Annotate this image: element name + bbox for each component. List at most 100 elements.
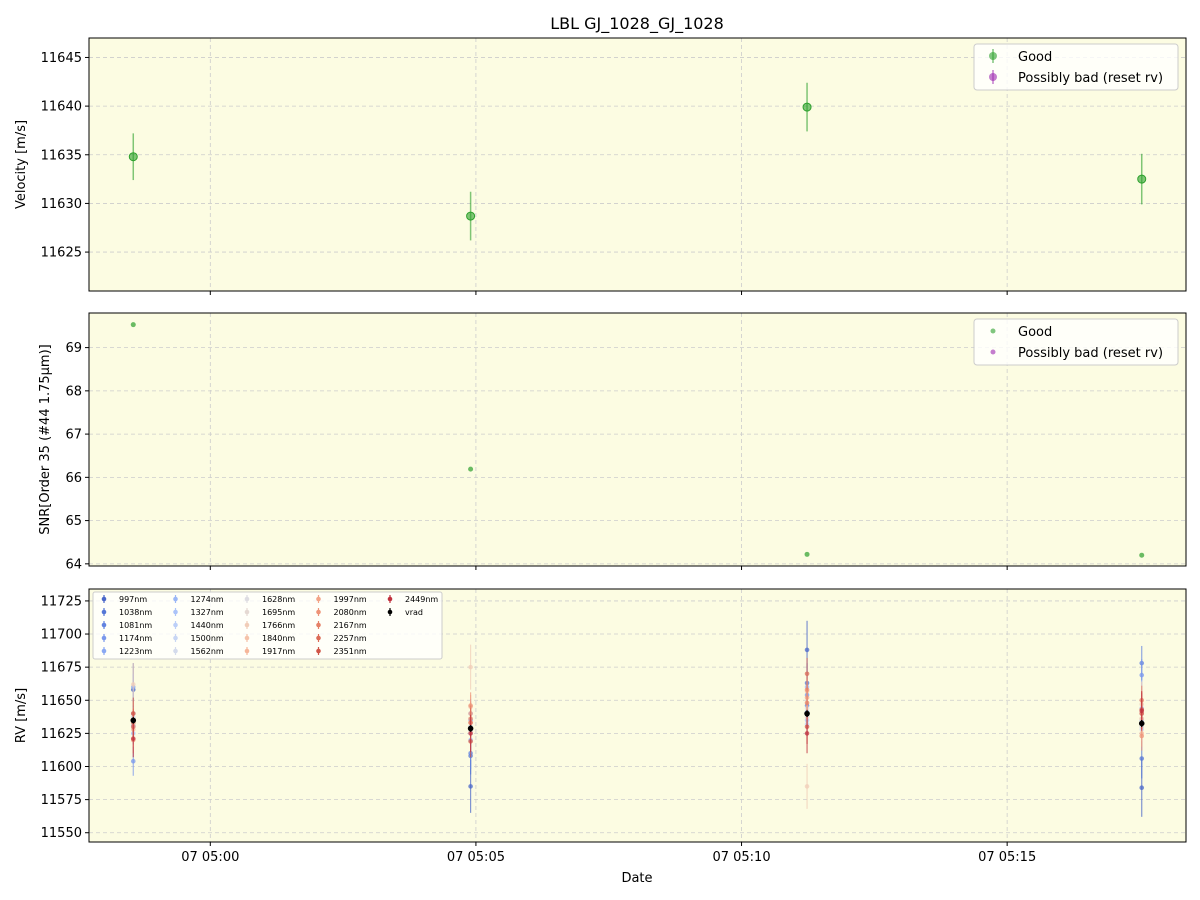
rv-legend-marker-1274nm: [173, 596, 178, 602]
y-tick-label: 11600: [41, 760, 82, 775]
y-tick-label: 11700: [41, 628, 82, 643]
rv-point-2080nm: [1139, 733, 1145, 739]
velocity-legend-bad-label: Possibly bad (reset rv): [1018, 71, 1163, 86]
rv-legend-marker-2449nm: [387, 596, 393, 602]
rv-legend-label-1223nm: 1223nm: [119, 647, 152, 656]
y-tick-label: 11725: [41, 594, 82, 609]
y-tick-label: 64: [65, 557, 82, 572]
panel-velocity-y-ticks: 11625 11630 11635 11640 11645: [41, 51, 89, 261]
rv-point-vrad: [1138, 720, 1145, 727]
rv-legend-label-2167nm: 2167nm: [334, 621, 367, 630]
y-tick-label: 11550: [41, 826, 82, 841]
x-tick-label: 07 05:10: [712, 850, 770, 865]
panel-velocity-x-ticks: [209, 291, 1008, 295]
snr-legend: Good Possibly bad (reset rv): [973, 318, 1179, 366]
panel-snr: 646566676869 SNR[Order 35 (#44 1.75μm)] …: [38, 312, 1187, 572]
velocity-point: [802, 102, 812, 112]
rv-legend-marker-1917nm: [244, 648, 250, 654]
y-tick-label: 11625: [41, 727, 82, 742]
rv-point-1766nm: [804, 784, 810, 789]
y-tick-label: 11625: [41, 246, 82, 261]
snr-point: [468, 466, 474, 472]
rv-point-997nm: [1139, 785, 1145, 790]
rv-legend-marker-1500nm: [173, 635, 178, 641]
y-tick-label: 11635: [41, 148, 82, 163]
rv-legend-marker-1840nm: [244, 635, 250, 641]
velocity-point: [466, 211, 476, 221]
rv-legend-marker-1440nm: [173, 622, 178, 628]
y-tick-label: 66: [65, 471, 82, 486]
rv-legend-marker-1223nm: [101, 648, 107, 654]
rv-point-997nm: [468, 784, 473, 789]
rv-legend-marker-1562nm: [173, 648, 178, 654]
velocity-legend-bad-marker: [989, 73, 997, 81]
rv-legend-label-1695nm: 1695nm: [262, 608, 295, 617]
panel-rv: 11550 11575 11600 11625 11650 11675 11700 11725…: [14, 588, 1187, 886]
rv-point-vrad: [130, 717, 137, 724]
y-tick-label: 67: [65, 428, 82, 443]
rv-legend-label-vrad: vrad: [405, 608, 423, 617]
rv-point-2351nm: [130, 711, 136, 716]
rv-legend-label-1628nm: 1628nm: [262, 595, 295, 604]
snr-y-axis-label: SNR[Order 35 (#44 1.75μm)]: [38, 344, 53, 535]
rv-point-1174nm: [1139, 672, 1145, 678]
rv-legend-marker-1038nm: [101, 609, 107, 615]
y-tick-label: 11640: [41, 100, 82, 115]
rv-legend-label-1274nm: 1274nm: [191, 595, 224, 604]
rv-point-1174nm: [130, 758, 136, 764]
rv-legend-label-2257nm: 2257nm: [334, 634, 367, 643]
x-tick-label: 07 05:00: [181, 850, 239, 865]
rv-legend-label-1997nm: 1997nm: [334, 595, 367, 604]
x-tick-label: 07 05:15: [978, 850, 1036, 865]
rv-point-2449nm: [804, 731, 810, 736]
y-tick-label: 11650: [41, 694, 82, 709]
panel-velocity: 11625 11630 11635 11640 11645 Velocity [m/s]…: [14, 37, 1187, 295]
rv-legend-label-1327nm: 1327nm: [191, 608, 224, 617]
x-tick-label: 07 05:05: [447, 850, 505, 865]
rv-legend-label-1174nm: 1174nm: [119, 634, 152, 643]
rv-point-1038nm: [1139, 756, 1145, 761]
rv-legend-marker-997nm: [101, 596, 107, 602]
figure: LBL GJ_1028_GJ_1028 11625 11630 11635 11640…: [14, 14, 1187, 886]
rv-legend-label-997nm: 997nm: [119, 595, 147, 604]
rv-legend-label-1840nm: 1840nm: [262, 634, 295, 643]
rv-legend-marker-2167nm: [316, 622, 321, 628]
rv-legend-label-1766nm: 1766nm: [262, 621, 295, 630]
snr-point: [804, 551, 810, 557]
rv-point-2257nm: [804, 671, 810, 677]
panel-snr-x-ticks: [209, 566, 1008, 570]
rv-point-2449nm: [1139, 708, 1145, 714]
rv-point-997nm: [804, 647, 810, 653]
rv-point-1766nm: [468, 664, 473, 670]
y-tick-label: 11630: [41, 197, 82, 212]
rv-legend-marker-1766nm: [244, 622, 250, 628]
rv-legend-label-2080nm: 2080nm: [334, 608, 367, 617]
figure-title: LBL GJ_1028_GJ_1028: [550, 14, 724, 34]
snr-point: [1139, 552, 1145, 558]
snr-legend-good-label: Good: [1018, 325, 1052, 340]
rv-legend-marker-2080nm: [316, 609, 321, 615]
y-tick-label: 69: [65, 341, 82, 356]
rv-legend-marker-2351nm: [316, 648, 321, 654]
panel-snr-y-ticks: 64 65 66 67 68 69: [65, 341, 89, 572]
velocity-legend: Good Possibly bad (reset rv): [973, 43, 1179, 91]
rv-legend-marker-1695nm: [244, 609, 250, 615]
x-axis-label: Date: [621, 871, 652, 886]
velocity-legend-good-marker: [989, 52, 997, 60]
rv-y-axis-label: RV [m/s]: [14, 688, 29, 743]
rv-point-2167nm: [804, 700, 810, 706]
y-tick-label: 68: [65, 384, 82, 399]
rv-legend-marker-1997nm: [316, 596, 321, 602]
rv-legend-marker-vrad: [387, 609, 393, 615]
snr-legend-good-marker: [990, 328, 996, 334]
y-tick-label: 11645: [41, 51, 82, 66]
rv-legend-label-1562nm: 1562nm: [191, 647, 224, 656]
rv-point-2449nm: [130, 736, 136, 741]
y-tick-label: 11675: [41, 661, 82, 676]
velocity-y-axis-label: Velocity [m/s]: [14, 120, 29, 209]
rv-legend-label-1917nm: 1917nm: [262, 647, 295, 656]
rv-legend: 997nm 1038nm 1081nm 1174nm 1223nm 1274nm 1327n…: [92, 591, 443, 660]
rv-legend-label-1500nm: 1500nm: [191, 634, 224, 643]
snr-point: [130, 322, 136, 328]
rv-point-1766nm: [130, 682, 136, 687]
